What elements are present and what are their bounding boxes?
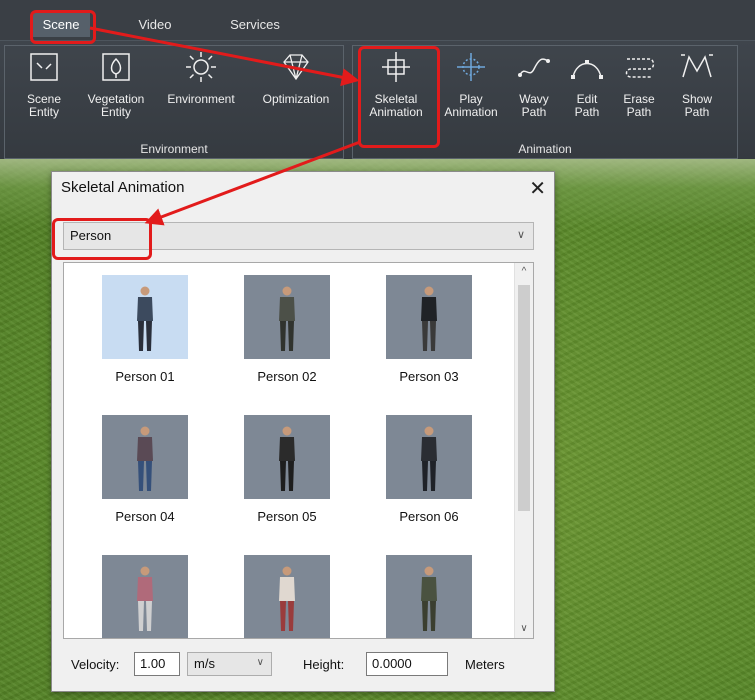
velocity-unit-select[interactable]: m/s ∨ <box>187 652 272 676</box>
model-thumbnail <box>386 415 472 499</box>
dialog-footer: Velocity: 1.00 m/s ∨ Height: 0.0000 Mete… <box>52 650 554 680</box>
annotation-highlight-scene <box>30 10 96 44</box>
model-label: Person 03 <box>399 369 459 384</box>
model-thumbnail <box>244 415 330 499</box>
close-icon[interactable]: ✕ <box>529 176 546 201</box>
wavy-label2: Path <box>521 105 547 119</box>
dialog-title: Skeletal Animation <box>61 179 185 196</box>
velocity-input[interactable]: 1.00 <box>134 652 180 676</box>
vegetation-icon <box>96 47 136 87</box>
model-item[interactable] <box>374 555 484 638</box>
vegetation-label2: Entity <box>100 105 131 119</box>
tab-video[interactable]: Video <box>130 13 180 37</box>
edit-path-icon <box>567 47 607 87</box>
scene-entity-label2: Entity <box>28 105 59 119</box>
model-thumbnail <box>102 415 188 499</box>
model-item[interactable]: Person 05 <box>232 415 342 524</box>
model-item[interactable]: Person 02 <box>232 275 342 384</box>
model-label: Person 04 <box>115 509 175 524</box>
velocity-unit: m/s <box>194 656 215 671</box>
ribbon-tab-bar: Scene Video Services <box>0 0 755 40</box>
scroll-down-icon[interactable]: ∨ <box>515 620 533 638</box>
erase-path-button[interactable]: Erase Path <box>615 47 663 119</box>
play-label2: Animation <box>444 105 498 119</box>
model-item[interactable]: Person 06 <box>374 415 484 524</box>
show-label2: Path <box>684 105 710 119</box>
environment-button[interactable]: Environment <box>157 47 245 106</box>
model-thumbnail <box>102 555 188 638</box>
optimization-label: Optimization <box>262 92 330 106</box>
model-item[interactable]: Person 04 <box>90 415 200 524</box>
model-item[interactable]: Person 03 <box>374 275 484 384</box>
velocity-label: Velocity: <box>71 657 120 672</box>
height-value: 0.0000 <box>372 656 412 671</box>
wavy-path-button[interactable]: Wavy Path <box>510 47 558 119</box>
scrollbar-thumb[interactable] <box>518 285 530 511</box>
gallery-scrollbar[interactable]: ^ ∨ <box>514 263 533 638</box>
model-thumbnail <box>102 275 188 359</box>
optimization-button[interactable]: Optimization <box>250 47 342 106</box>
model-thumbnail <box>244 275 330 359</box>
model-item[interactable] <box>90 555 200 638</box>
annotation-highlight-category <box>52 218 152 260</box>
chevron-down-icon: ∨ <box>256 657 264 668</box>
model-label: Person 05 <box>257 509 317 524</box>
model-gallery[interactable]: Person 01 Person 02 Person 03 Person 04 Pers… <box>63 262 534 639</box>
erase-path-icon <box>619 47 659 87</box>
velocity-value: 1.00 <box>140 656 166 671</box>
model-label: Person 06 <box>399 509 459 524</box>
edit-path-button[interactable]: Edit Path <box>563 47 611 119</box>
model-thumbnail <box>386 555 472 638</box>
vegetation-entity-button[interactable]: Vegetation Entity <box>78 47 154 119</box>
model-item[interactable] <box>232 555 342 638</box>
scene-entity-button[interactable]: Scene Entity <box>20 47 68 119</box>
model-label: Person 01 <box>115 369 175 384</box>
chevron-down-icon: ∨ <box>516 229 525 241</box>
height-input[interactable]: 0.0000 <box>366 652 448 676</box>
show-path-button[interactable]: Show Path <box>670 47 724 119</box>
height-unit: Meters <box>465 657 505 672</box>
edit-label2: Path <box>574 105 600 119</box>
environment-label: Environment <box>167 92 235 106</box>
model-thumbnail <box>386 275 472 359</box>
erase-label2: Path <box>626 105 652 119</box>
environment-group-label: Environment <box>140 142 208 156</box>
annotation-highlight-skeletal <box>358 46 440 148</box>
tab-services[interactable]: Services <box>220 13 290 37</box>
wavy-path-icon <box>514 47 554 87</box>
model-thumbnail <box>244 555 330 638</box>
model-item[interactable]: Person 01 <box>90 275 200 384</box>
scene-entity-icon <box>24 47 64 87</box>
show-path-icon <box>677 47 717 87</box>
play-animation-button[interactable]: Play Animation <box>436 47 506 119</box>
scroll-up-icon[interactable]: ^ <box>515 263 533 281</box>
height-label: Height: <box>303 657 345 672</box>
sun-icon <box>181 47 221 87</box>
model-label: Person 02 <box>257 369 317 384</box>
diamond-icon <box>276 47 316 87</box>
play-animation-icon <box>451 47 491 87</box>
